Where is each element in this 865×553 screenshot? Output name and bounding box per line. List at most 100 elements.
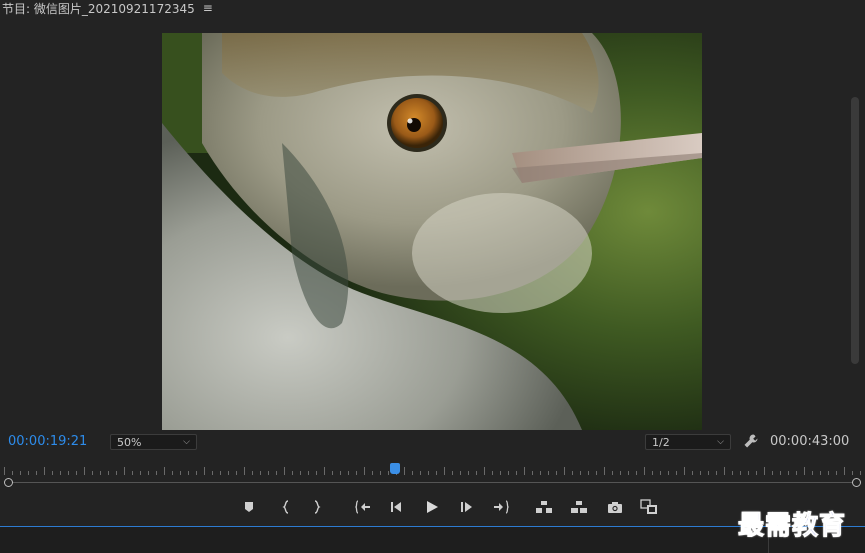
ruler-tick	[820, 471, 821, 475]
ruler-tick	[196, 471, 197, 475]
wrench-icon[interactable]	[743, 433, 759, 449]
ruler-tick	[516, 471, 517, 475]
ruler-tick	[28, 471, 29, 475]
ruler-tick	[596, 471, 597, 475]
ruler-tick	[148, 471, 149, 475]
ruler-tick	[572, 471, 573, 475]
go-to-in-button[interactable]	[354, 498, 372, 516]
zoom-level-select[interactable]: 50% ⌵	[110, 434, 197, 450]
ruler-tick	[420, 471, 421, 475]
ruler-tick	[740, 471, 741, 475]
ruler-tick	[388, 471, 389, 475]
ruler-tick	[372, 471, 373, 475]
ruler-tick	[188, 471, 189, 475]
mark-out-icon	[314, 500, 321, 514]
ruler-tick	[620, 471, 621, 475]
ruler-tick	[636, 471, 637, 475]
compare-view-button[interactable]	[640, 498, 658, 516]
chevron-down-icon: ⌵	[717, 437, 724, 447]
watermark-text: 最需教育	[737, 511, 847, 542]
ruler-tick	[564, 467, 565, 475]
ruler-tick	[164, 467, 165, 475]
ruler-tick	[732, 471, 733, 475]
go-to-out-icon	[494, 500, 509, 514]
ruler-tick	[604, 467, 605, 475]
ruler-tick	[660, 471, 661, 475]
ruler-tick	[92, 471, 93, 475]
ruler-tick	[324, 467, 325, 475]
ruler-tick	[140, 471, 141, 475]
ruler-tick	[540, 471, 541, 475]
ruler-tick	[796, 471, 797, 475]
navigator-start-handle[interactable]	[4, 478, 13, 487]
ruler-tick	[692, 471, 693, 475]
viewer-scrollbar[interactable]	[851, 97, 859, 364]
mark-in-icon	[282, 500, 289, 514]
ruler-tick	[60, 471, 61, 475]
ruler-tick	[652, 471, 653, 475]
ruler-tick	[276, 471, 277, 475]
navigator-track[interactable]	[8, 482, 856, 483]
ruler-tick	[836, 471, 837, 475]
ruler-tick	[108, 471, 109, 475]
navigator-end-handle[interactable]	[852, 478, 861, 487]
ruler-tick	[260, 471, 261, 475]
ruler-tick	[116, 471, 117, 475]
playhead-handle[interactable]	[390, 463, 400, 474]
ruler-tick	[68, 471, 69, 475]
compare-icon	[640, 499, 657, 514]
step-back-button[interactable]	[388, 498, 406, 516]
ruler-tick	[100, 471, 101, 475]
go-to-out-button[interactable]	[492, 498, 510, 516]
program-monitor-viewer[interactable]	[162, 33, 702, 430]
ruler-tick	[676, 471, 677, 475]
ruler-tick	[356, 471, 357, 475]
ruler-tick	[268, 471, 269, 475]
ruler-tick	[348, 471, 349, 475]
ruler-tick	[508, 471, 509, 475]
add-marker-button[interactable]	[240, 498, 258, 516]
ruler-tick	[20, 471, 21, 475]
ruler-tick	[4, 467, 5, 475]
transport-controls	[0, 498, 865, 516]
bird-closeup-photo	[162, 33, 702, 430]
step-back-icon	[391, 502, 401, 512]
ruler-tick	[36, 471, 37, 475]
step-forward-button[interactable]	[458, 498, 476, 516]
ruler-tick	[308, 471, 309, 475]
mark-out-button[interactable]	[308, 498, 326, 516]
ruler-tick	[364, 467, 365, 475]
export-frame-button[interactable]	[606, 498, 624, 516]
hamburger-icon[interactable]: ≡	[203, 1, 213, 15]
ruler-tick	[124, 467, 125, 475]
ruler-tick	[220, 471, 221, 475]
ruler-tick	[812, 471, 813, 475]
lower-panel	[0, 527, 865, 553]
ruler-tick	[156, 471, 157, 475]
ruler-tick	[668, 471, 669, 475]
lift-button[interactable]	[535, 498, 553, 516]
ruler-tick	[180, 471, 181, 475]
ruler-tick	[772, 471, 773, 475]
ruler-tick	[476, 471, 477, 475]
time-ruler[interactable]	[0, 463, 865, 475]
ruler-tick	[284, 467, 285, 475]
ruler-tick	[612, 471, 613, 475]
camera-icon	[608, 501, 622, 513]
ruler-tick	[316, 471, 317, 475]
ruler-tick	[412, 471, 413, 475]
ruler-tick	[716, 471, 717, 475]
extract-button[interactable]	[570, 498, 588, 516]
play-button[interactable]	[423, 498, 441, 516]
ruler-tick	[452, 471, 453, 475]
marker-icon	[245, 502, 253, 512]
current-timecode[interactable]: 00:00:19:21	[8, 434, 87, 449]
ruler-tick	[748, 471, 749, 475]
ruler-tick	[468, 471, 469, 475]
playback-resolution-select[interactable]: 1/2 ⌵	[645, 434, 731, 450]
mark-in-button[interactable]	[277, 498, 295, 516]
ruler-tick	[332, 471, 333, 475]
ruler-tick	[44, 467, 45, 475]
panel-title: 节目: 微信图片_20210921172345	[2, 1, 195, 16]
ruler-tick	[436, 471, 437, 475]
